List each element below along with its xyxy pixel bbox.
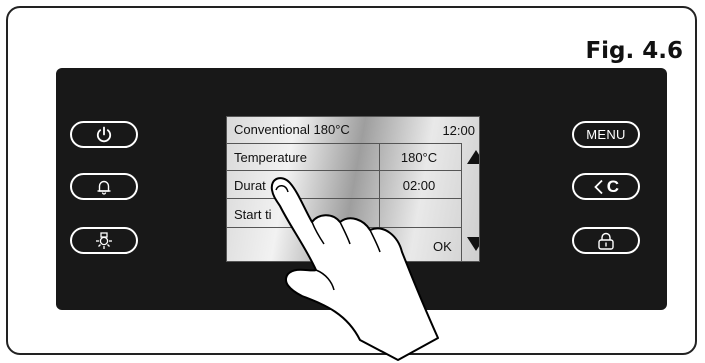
oven-light-button[interactable]	[70, 227, 138, 254]
screen-header: Conventional 180°C 12:00	[227, 117, 475, 144]
bell-icon	[95, 178, 113, 196]
row-label: Temperature	[234, 150, 307, 165]
menu-row-start-time[interactable]: Start ti	[227, 201, 461, 228]
triangle-down-icon[interactable]	[467, 237, 479, 251]
figure-label: Fig. 4.6	[585, 38, 683, 64]
back-chevron-icon	[593, 179, 605, 195]
alarm-button[interactable]	[70, 173, 138, 200]
row-label: Start ti	[234, 207, 272, 222]
program-title: Conventional 180°C	[234, 122, 350, 137]
triangle-up-icon[interactable]	[467, 150, 479, 164]
power-icon	[95, 126, 113, 144]
back-cancel-button[interactable]: C	[572, 173, 640, 200]
back-cancel-label: C	[606, 176, 620, 196]
row-label: Durat	[234, 178, 266, 193]
column-divider	[379, 143, 380, 260]
menu-row-temperature[interactable]: Temperature 180°C	[227, 144, 461, 171]
row-value[interactable]: 180°C	[387, 150, 451, 165]
clock-time: 12:00	[442, 123, 475, 138]
menu-button-label: MENU	[586, 127, 626, 142]
lock-icon	[596, 232, 616, 250]
row-value[interactable]: 02:00	[387, 178, 451, 193]
menu-row-duration[interactable]: Durat 02:00	[227, 172, 461, 199]
scrollbar-divider	[461, 143, 462, 261]
oven-light-icon	[94, 231, 114, 251]
menu-button[interactable]: MENU	[572, 121, 640, 148]
touch-display: Conventional 180°C 12:00 Temperature 180…	[226, 116, 480, 262]
ok-button[interactable]: OK	[433, 239, 452, 254]
power-button[interactable]	[70, 121, 138, 148]
lock-button[interactable]	[572, 227, 640, 254]
